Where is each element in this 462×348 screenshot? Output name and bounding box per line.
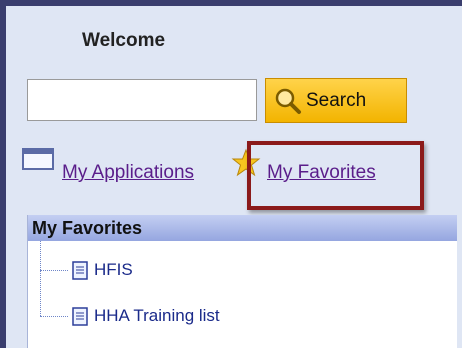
panel-title: My Favorites xyxy=(28,215,457,241)
favorites-highlight xyxy=(247,141,424,210)
welcome-heading: Welcome xyxy=(82,30,166,51)
document-icon xyxy=(72,306,88,326)
search-input[interactable] xyxy=(27,79,257,121)
document-icon xyxy=(72,260,88,280)
window-icon xyxy=(22,148,54,170)
favorite-item-hfis[interactable]: HFIS xyxy=(40,257,133,283)
favorite-item-label: HFIS xyxy=(94,260,133,279)
favorite-item-label: HHA Training list xyxy=(94,306,220,325)
tree-branch xyxy=(40,315,68,317)
search-button-label: Search xyxy=(306,89,367,111)
tree-branch xyxy=(40,269,68,271)
favorite-item-hha-training-list[interactable]: HHA Training list xyxy=(40,303,220,329)
magnifier-icon xyxy=(275,88,301,114)
my-applications-link[interactable]: My Applications xyxy=(62,162,194,184)
favorites-panel: My Favorites HFIS HHA Training list xyxy=(27,215,457,348)
search-button[interactable]: Search xyxy=(265,78,407,123)
